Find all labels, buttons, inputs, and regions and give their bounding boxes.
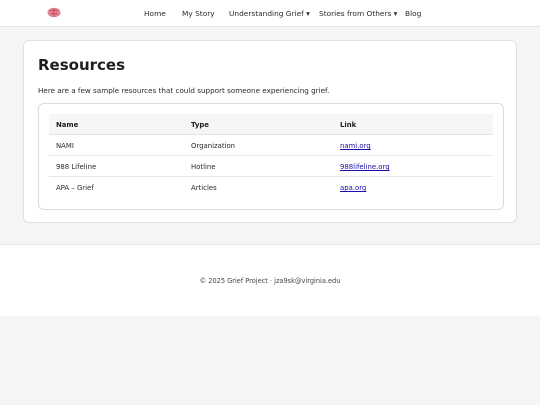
cell-name: 988 Lifeline — [56, 163, 97, 171]
nav-home[interactable]: Home — [144, 9, 166, 18]
nav-stories-from-others-dropdown[interactable]: Stories from Others ▾ — [319, 9, 397, 18]
intro-text: Here are a few sample resources that cou… — [38, 86, 330, 95]
resources-card: Resources Here are a few sample resource… — [23, 40, 517, 223]
header-link: Link — [340, 121, 357, 129]
resource-link[interactable]: 988lifeline.org — [340, 163, 390, 171]
footer-text: © 2025 Grief Project · jza9sk@virginia.e… — [199, 277, 341, 285]
resource-link[interactable]: nami.org — [340, 142, 371, 150]
cell-name: APA – Grief — [56, 184, 94, 192]
cell-type: Organization — [191, 142, 236, 150]
main-nav: Home My Story Understanding Grief ▾ Stor… — [0, 0, 540, 27]
table-header-row: Name Type Link — [49, 114, 493, 135]
cell-type: Articles — [191, 184, 217, 192]
header-name: Name — [56, 121, 79, 129]
top-navbar: Home My Story Understanding Grief ▾ Stor… — [0, 0, 540, 27]
page-title: Resources — [38, 56, 126, 74]
nav-understanding-grief-dropdown[interactable]: Understanding Grief ▾ — [229, 9, 310, 18]
table-row: APA – Grief Articles apa.org — [49, 177, 493, 198]
nav-blog[interactable]: Blog — [405, 9, 421, 18]
table-row: 988 Lifeline Hotline 988lifeline.org — [49, 156, 493, 177]
cell-name: NAMI — [56, 142, 74, 150]
resources-table: Name Type Link NAMI Organization nami.or… — [38, 103, 504, 210]
table-row: NAMI Organization nami.org — [49, 135, 493, 156]
nav-my-story[interactable]: My Story — [182, 9, 215, 18]
footer: © 2025 Grief Project · jza9sk@virginia.e… — [0, 244, 540, 316]
resource-link[interactable]: apa.org — [340, 184, 366, 192]
header-type: Type — [191, 121, 209, 129]
cell-type: Hotline — [191, 163, 216, 171]
